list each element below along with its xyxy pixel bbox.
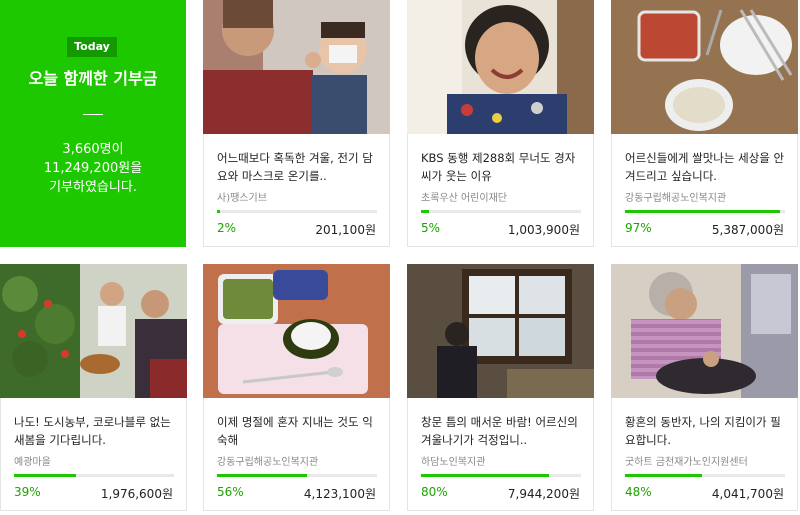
donation-card[interactable]: 어르신들에게 쌀맛나는 세상을 안겨드리고 싶습니다. 강동구립해공노인복지관 …	[611, 0, 798, 247]
donation-card[interactable]: 어느때보다 혹독한 겨울, 전기 담요와 마스크로 온기를.. 사)땡스기브 2…	[203, 0, 390, 247]
progress-bar	[421, 474, 581, 477]
raised-amount: 201,100원	[315, 223, 376, 237]
card-organization: 초록우산 어린이재단	[421, 193, 507, 204]
progress-fill	[421, 474, 549, 477]
progress-percent: 5%	[421, 221, 441, 235]
donor-count: 3,660명이	[62, 142, 124, 157]
card-organization: 강동구립해공노인복지관	[625, 193, 727, 204]
progress-bar	[421, 210, 581, 213]
card-organization: 굿하트 금천재가노인지원센터	[625, 457, 748, 468]
progress-percent: 56%	[217, 485, 244, 499]
donation-photo[interactable]	[407, 0, 594, 134]
total-amount: 11,249,200원을	[43, 161, 143, 176]
raised-amount: 4,123,100원	[303, 487, 376, 501]
summary-divider	[83, 114, 103, 115]
progress-fill	[14, 474, 77, 477]
card-organization: 사)땡스기브	[217, 193, 267, 204]
card-title[interactable]: 어느때보다 혹독한 겨울, 전기 담요와 마스크로 온기를..	[217, 149, 377, 185]
progress-bar	[14, 474, 174, 477]
donation-card[interactable]: 이제 명절에 혼자 지내는 것도 익숙해 강동구립해공노인복지관 56% 4,1…	[203, 264, 390, 511]
card-title[interactable]: KBS 동행 제288회 무너도 경자씨가 웃는 이유	[421, 149, 581, 185]
summary-title: 오늘 함께한 기부금	[28, 69, 158, 88]
today-summary-panel: Today 오늘 함께한 기부금 3,660명이 11,249,200원을 기부…	[0, 0, 186, 247]
raised-amount: 1,976,600원	[100, 487, 173, 501]
card-organization: 예광마을	[14, 457, 51, 468]
summary-suffix: 기부하였습니다.	[49, 180, 137, 195]
progress-percent: 97%	[625, 221, 652, 235]
today-badge: Today	[67, 37, 117, 57]
donation-card[interactable]: 나도! 도시농부, 코로나블루 없는 새봄을 기다립니다. 예광마을 39% 1…	[0, 264, 187, 511]
card-title[interactable]: 나도! 도시농부, 코로나블루 없는 새봄을 기다립니다.	[14, 413, 174, 449]
raised-amount: 5,387,000원	[711, 223, 784, 237]
card-title[interactable]: 창문 틈의 매서운 바람! 어르신의 겨울나기가 걱정입니..	[421, 413, 581, 449]
progress-fill	[217, 210, 221, 213]
raised-amount: 4,041,700원	[711, 487, 784, 501]
progress-bar	[217, 474, 377, 477]
card-title[interactable]: 어르신들에게 쌀맛나는 세상을 안겨드리고 싶습니다.	[625, 149, 785, 185]
donation-card[interactable]: KBS 동행 제288회 무너도 경자씨가 웃는 이유 초록우산 어린이재단 5…	[407, 0, 594, 247]
donation-card[interactable]: 황혼의 동반자, 나의 지킴이가 필요합니다. 굿하트 금천재가노인지원센터 4…	[611, 264, 798, 511]
donation-photo[interactable]	[203, 0, 390, 134]
progress-bar	[217, 210, 377, 213]
progress-percent: 80%	[421, 485, 448, 499]
card-organization: 강동구립해공노인복지관	[217, 457, 319, 468]
card-title[interactable]: 이제 명절에 혼자 지내는 것도 익숙해	[217, 413, 377, 449]
progress-fill	[217, 474, 307, 477]
donation-photo[interactable]	[203, 264, 390, 398]
raised-amount: 7,944,200원	[507, 487, 580, 501]
donation-card[interactable]: 창문 틈의 매서운 바람! 어르신의 겨울나기가 걱정입니.. 하담노인복지관 …	[407, 264, 594, 511]
progress-bar	[625, 474, 785, 477]
raised-amount: 1,003,900원	[507, 223, 580, 237]
progress-percent: 2%	[217, 221, 237, 235]
progress-percent: 39%	[14, 485, 41, 499]
progress-fill	[625, 474, 702, 477]
donation-photo[interactable]	[407, 264, 594, 398]
summary-stats: 3,660명이 11,249,200원을 기부하였습니다.	[0, 140, 186, 197]
progress-fill	[421, 210, 429, 213]
progress-fill	[625, 210, 781, 213]
card-organization: 하담노인복지관	[421, 457, 486, 468]
progress-percent: 48%	[625, 485, 652, 499]
donation-photo[interactable]	[0, 264, 187, 398]
donation-photo[interactable]	[611, 0, 798, 134]
progress-bar	[625, 210, 785, 213]
donation-photo[interactable]	[611, 264, 798, 398]
card-title[interactable]: 황혼의 동반자, 나의 지킴이가 필요합니다.	[625, 413, 785, 449]
